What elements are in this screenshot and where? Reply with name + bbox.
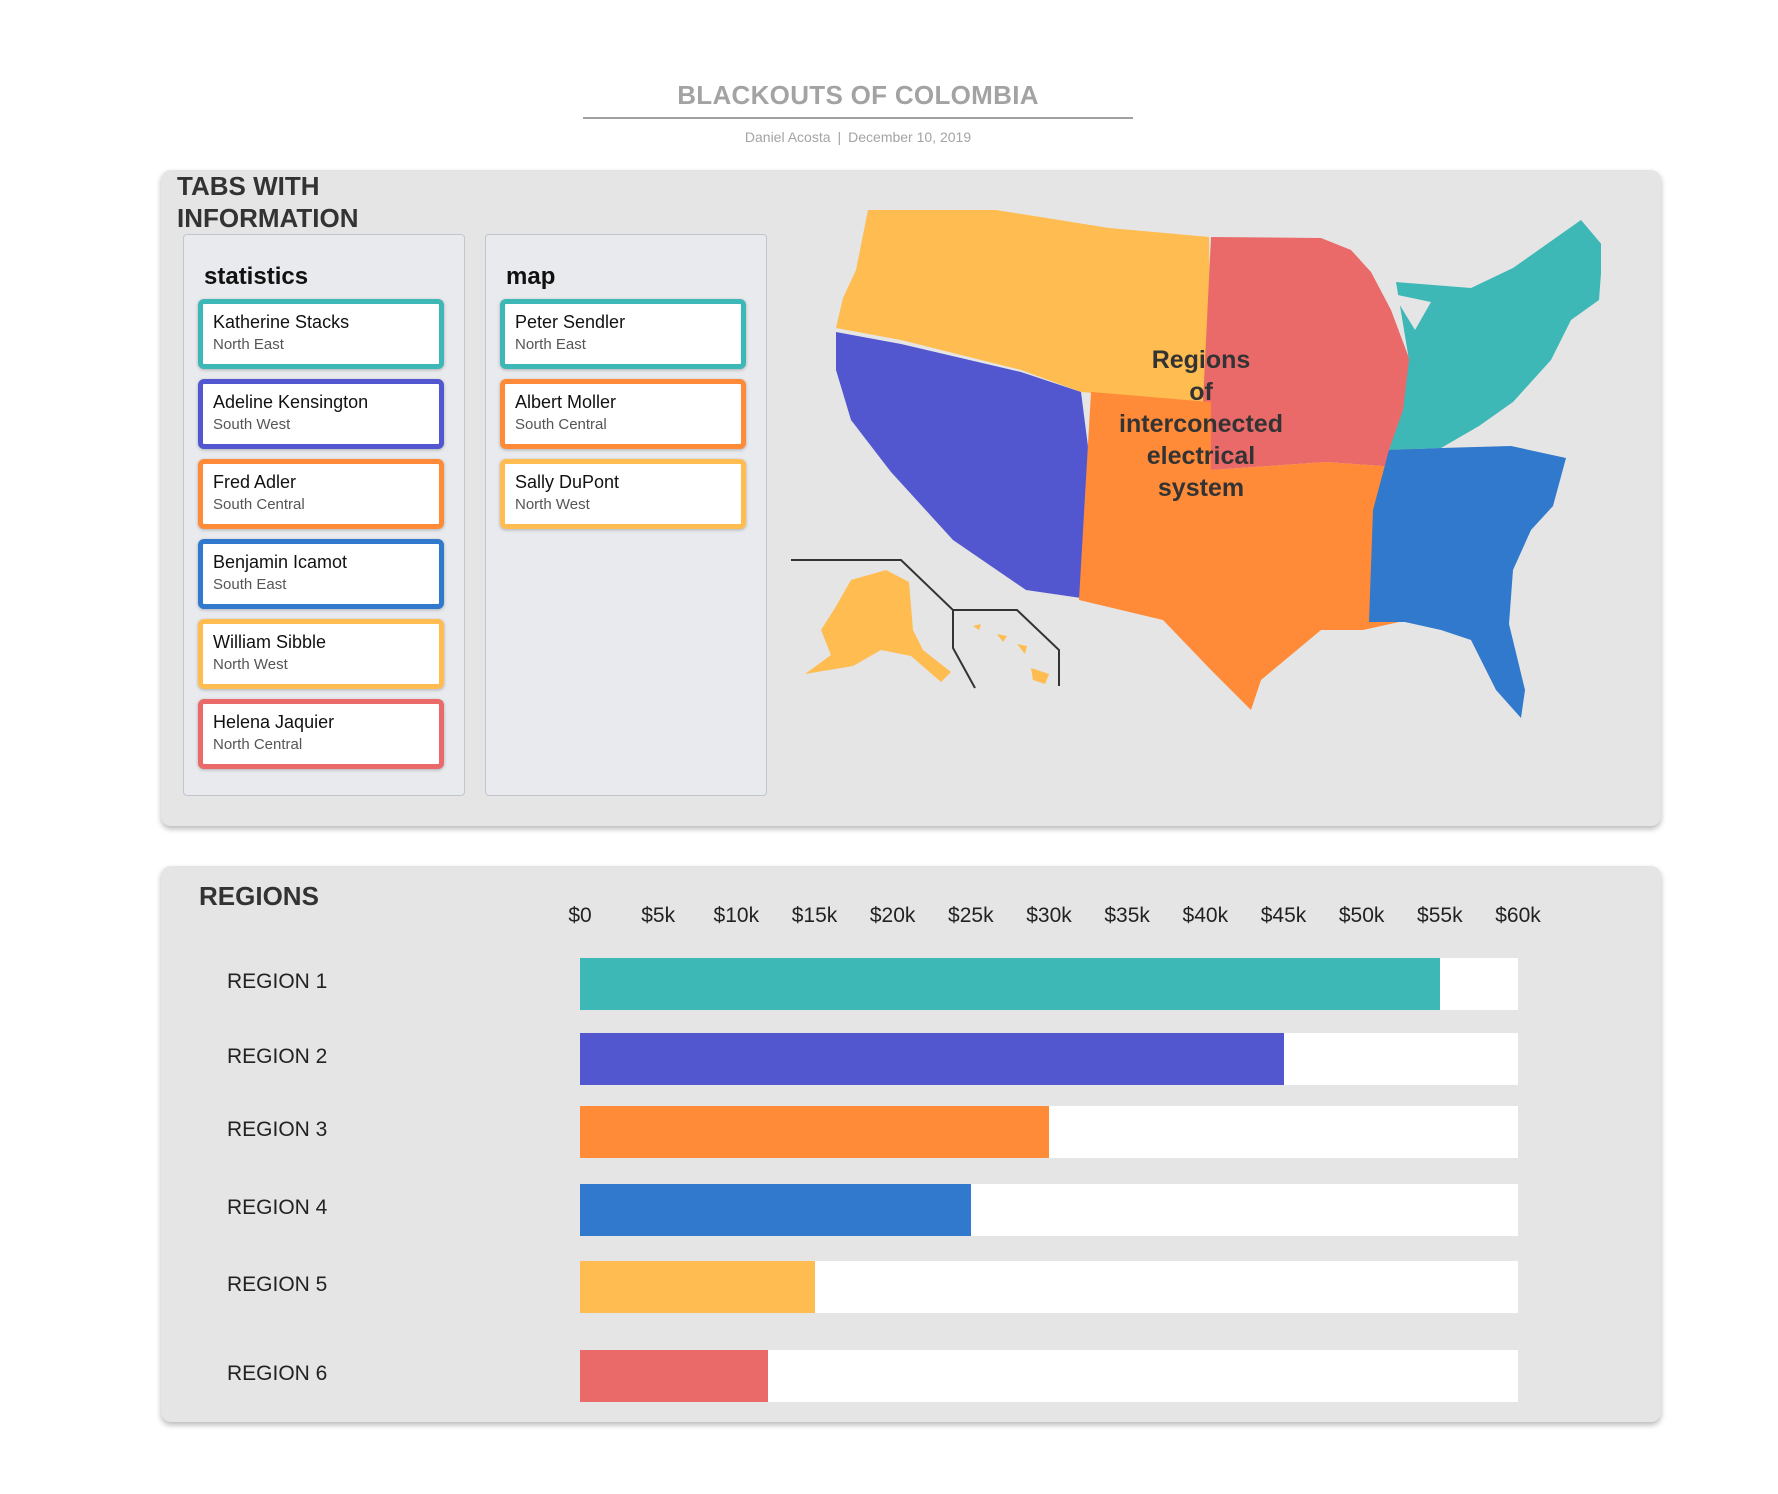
map-label-line: Regions: [1152, 346, 1251, 374]
map-card[interactable]: Albert Moller South Central: [500, 379, 746, 449]
card-region-name: South Central: [213, 496, 305, 513]
x-tick-label: $55k: [1417, 904, 1463, 927]
statistics-card[interactable]: Helena Jaquier North Central: [198, 699, 444, 769]
card-person-name: Benjamin Icamot: [213, 552, 348, 572]
bar-category-label: REGION 2: [227, 1045, 328, 1068]
bar-track: [580, 1350, 1518, 1402]
map-column: map Peter Sendler North East Albert Moller…: [485, 234, 767, 796]
page-title: BLACKOUTS OF COLOMBIA: [677, 80, 1039, 110]
map-label-line: interconected: [1119, 410, 1283, 438]
card-region-name: North West: [515, 496, 590, 513]
x-tick-label: $5k: [641, 904, 676, 927]
card-person-name: Peter Sendler: [515, 312, 626, 332]
statistics-card[interactable]: Katherine Stacks North East: [198, 299, 444, 369]
statistics-column-title: statistics: [204, 263, 309, 290]
x-tick-label: $35k: [1104, 904, 1150, 927]
map-card[interactable]: Sally DuPont North West: [500, 459, 746, 529]
card-person-name: Adeline Kensington: [213, 392, 369, 412]
bar[interactable]: [580, 1184, 971, 1236]
bar[interactable]: [580, 1350, 768, 1402]
bar-track: [580, 1033, 1518, 1085]
bar-category-label: REGION 4: [227, 1196, 328, 1219]
card-region-name: North West: [213, 656, 288, 673]
map-hawaii[interactable]: [973, 624, 1049, 684]
bar[interactable]: [580, 1106, 1049, 1158]
x-tick-label: $60k: [1495, 904, 1541, 927]
x-tick-label: $30k: [1026, 904, 1072, 927]
statistics-card[interactable]: Adeline Kensington South West: [198, 379, 444, 449]
map-label-line: electrical: [1147, 442, 1255, 470]
card-region-name: South West: [213, 416, 291, 433]
x-tick-label: $20k: [869, 904, 916, 927]
regions-chart-title: REGIONS: [199, 881, 319, 911]
statistics-column: statistics Katherine Stacks North East Ade…: [183, 234, 465, 796]
map-card[interactable]: Peter Sendler North East: [500, 299, 746, 369]
report-header: BLACKOUTS OF COLOMBIA Daniel Acosta | Dece…: [583, 80, 1133, 145]
x-tick-label: $50k: [1338, 904, 1385, 927]
x-tick-label: $25k: [948, 904, 994, 927]
x-tick-label: $15k: [791, 904, 838, 927]
bar-category-label: REGION 5: [227, 1273, 328, 1296]
map-region-north-east[interactable]: [1389, 220, 1601, 450]
card-person-name: Helena Jaquier: [213, 712, 335, 732]
x-tick-label: $45k: [1260, 904, 1307, 927]
map-label-line: of: [1189, 378, 1213, 406]
bar-track: [580, 1106, 1518, 1158]
title-underline: [583, 117, 1133, 119]
bar[interactable]: [580, 1033, 1284, 1085]
tabs-panel: TABS WITH INFORMATION statistics Katheri…: [161, 170, 1661, 826]
report-date: December 10, 2019: [848, 129, 972, 145]
card-person-name: Sally DuPont: [515, 472, 620, 492]
byline-separator: |: [837, 129, 842, 145]
byline: Daniel Acosta | December 10, 2019: [583, 129, 1133, 145]
bar-category-label: REGION 6: [227, 1362, 328, 1385]
regions-panel: REGIONS $0 $5k $10k $15k $20k $25k $30k $35k $40…: [161, 866, 1661, 1422]
card-region-name: South East: [213, 576, 287, 593]
statistics-card[interactable]: William Sibble North West: [198, 619, 444, 689]
card-region-name: North East: [213, 336, 284, 353]
map-label-line: system: [1158, 474, 1244, 502]
bar-track: [580, 958, 1518, 1010]
bar-category-label: REGION 3: [227, 1118, 328, 1141]
card-person-name: William Sibble: [213, 632, 327, 652]
card-person-name: Fred Adler: [213, 472, 297, 492]
map-region-south-east[interactable]: [1369, 446, 1566, 718]
card-person-name: Katherine Stacks: [213, 312, 350, 332]
us-regions-map: Regions of interconected electrical system: [791, 210, 1601, 718]
statistics-card[interactable]: Benjamin Icamot South East: [198, 539, 444, 609]
bar[interactable]: [580, 958, 1440, 1010]
card-region-name: North Central: [213, 736, 303, 753]
bar-track: [580, 1184, 1518, 1236]
card-region-name: North East: [515, 336, 586, 353]
x-tick-label: $40k: [1182, 904, 1229, 927]
bar-track: [580, 1261, 1518, 1313]
bar-category-label: REGION 1: [227, 970, 328, 993]
author-name: Daniel Acosta: [744, 129, 831, 145]
card-region-name: South Central: [515, 416, 607, 433]
statistics-card[interactable]: Fred Adler South Central: [198, 459, 444, 529]
card-person-name: Albert Moller: [515, 392, 617, 412]
x-tick-label: $0: [568, 904, 592, 927]
bar[interactable]: [580, 1261, 815, 1313]
map-column-title: map: [506, 263, 556, 290]
x-tick-label: $10k: [713, 904, 760, 927]
tabs-panel-title: TABS WITH INFORMATION: [177, 171, 359, 233]
